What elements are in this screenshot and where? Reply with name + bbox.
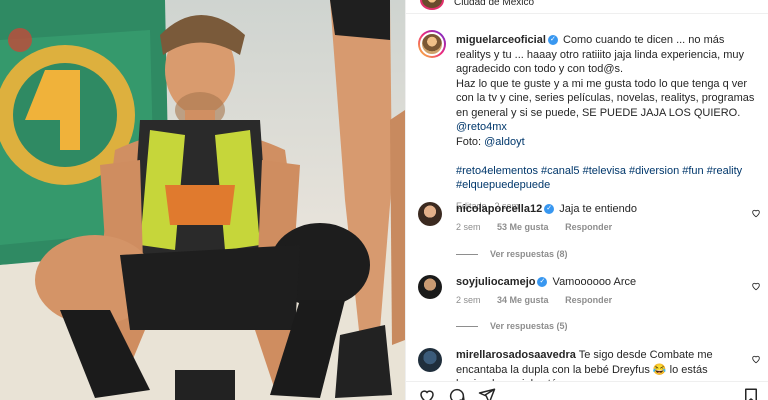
comment-text: Jaja te entiendo bbox=[559, 203, 637, 215]
photo-illustration bbox=[0, 0, 405, 400]
send-icon[interactable] bbox=[478, 387, 496, 400]
mention-aldoyt[interactable]: @aldoyt bbox=[484, 136, 525, 148]
verified-badge-icon: ✓ bbox=[547, 35, 558, 46]
view-replies-label: Ver respuestas (5) bbox=[490, 321, 568, 331]
comment-icon[interactable] bbox=[448, 387, 466, 400]
commenter-avatar[interactable] bbox=[418, 275, 442, 299]
bookmark-icon[interactable] bbox=[742, 387, 760, 400]
comment-body: soyjuliocamejo ✓ Vamoooooo Arce bbox=[456, 275, 746, 290]
comment-body: nicolaporcella12 ✓ Jaja te entiendo bbox=[456, 202, 746, 217]
view-replies[interactable]: Ver respuestas (8) bbox=[456, 249, 568, 259]
comment-time: 2 sem bbox=[456, 222, 481, 232]
commenter-username[interactable]: soyjuliocamejo bbox=[456, 276, 535, 288]
verified-badge-icon: ✓ bbox=[544, 204, 555, 215]
mention-reto4mx[interactable]: @reto4mx bbox=[456, 121, 507, 133]
heart-icon[interactable] bbox=[751, 208, 761, 218]
commenter-username[interactable]: mirellarosadosaavedra bbox=[456, 349, 576, 361]
heart-icon[interactable] bbox=[418, 387, 436, 400]
location-link[interactable]: Ciudad de México bbox=[454, 0, 534, 8]
comment-meta: 2 sem 34 Me gusta Responder bbox=[456, 295, 626, 305]
comment-time: 2 sem bbox=[456, 295, 481, 305]
comment-meta: 2 sem 53 Me gusta Responder bbox=[456, 222, 626, 232]
reply-button[interactable]: Responder bbox=[565, 295, 612, 305]
foto-label: Foto: bbox=[456, 135, 482, 148]
caption-part-2: Haz lo que te guste y a mi me gusta todo… bbox=[456, 77, 755, 119]
post-photo[interactable] bbox=[0, 0, 405, 400]
author-username[interactable]: miguelarceoficial bbox=[456, 34, 546, 46]
reply-button[interactable]: Responder bbox=[565, 222, 612, 232]
heart-icon[interactable] bbox=[751, 281, 761, 291]
commenter-username[interactable]: nicolaporcella12 bbox=[456, 203, 542, 215]
heart-icon[interactable] bbox=[751, 354, 761, 364]
caption-text: miguelarceoficial ✓ Como cuando te dicen … bbox=[456, 33, 756, 213]
verified-badge-icon: ✓ bbox=[537, 277, 548, 288]
hashtags[interactable]: #reto4elementos #canal5 #televisa #diver… bbox=[456, 165, 742, 192]
view-replies-label: Ver respuestas (8) bbox=[490, 249, 568, 259]
comment-text: Vamoooooo Arce bbox=[552, 276, 637, 288]
commenter-avatar[interactable] bbox=[418, 348, 442, 372]
view-replies[interactable]: Ver respuestas (5) bbox=[456, 321, 568, 331]
post-header: Ciudad de México bbox=[406, 0, 768, 14]
post-sidebar: Ciudad de México miguelarceoficial ✓ Como… bbox=[405, 0, 768, 400]
comment-likes[interactable]: 53 Me gusta bbox=[497, 222, 549, 232]
header-avatar[interactable] bbox=[420, 0, 444, 10]
comment-likes[interactable]: 34 Me gusta bbox=[497, 295, 549, 305]
commenter-avatar[interactable] bbox=[418, 202, 442, 226]
author-avatar[interactable] bbox=[418, 30, 446, 58]
action-bar bbox=[406, 381, 768, 400]
